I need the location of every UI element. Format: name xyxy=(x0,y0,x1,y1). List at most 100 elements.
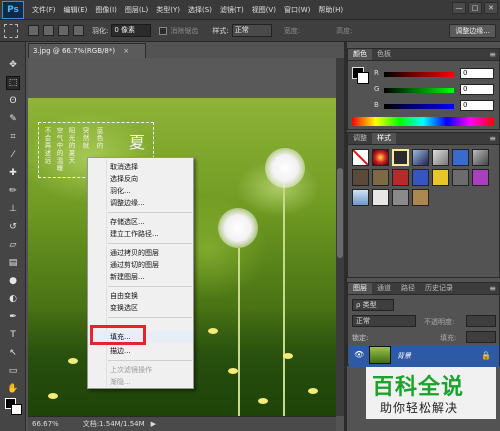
tab-color[interactable]: 颜色 xyxy=(348,49,372,60)
style-swatch[interactable] xyxy=(352,189,369,206)
canvas-scrollbar[interactable] xyxy=(336,58,344,416)
maximize-button[interactable]: □ xyxy=(468,2,482,14)
eraser-tool-icon[interactable]: ▱ xyxy=(6,238,20,252)
style-swatch[interactable] xyxy=(472,149,489,166)
eyedropper-tool-icon[interactable]: ⁄ xyxy=(6,148,20,162)
healing-brush-tool-icon[interactable]: ✚ xyxy=(6,166,20,180)
green-value[interactable]: 0 xyxy=(460,84,494,95)
menu-item-save-selection[interactable]: 存储选区... xyxy=(88,216,193,228)
blue-track[interactable] xyxy=(384,104,454,109)
intersect-selection-icon[interactable] xyxy=(73,25,84,36)
style-select[interactable]: 正常 xyxy=(231,24,272,37)
new-selection-icon[interactable] xyxy=(28,25,39,36)
tab-styles[interactable]: 样式 xyxy=(372,133,396,144)
minimize-button[interactable]: — xyxy=(452,2,466,14)
menu-edit[interactable]: 编辑(E) xyxy=(64,5,88,15)
menu-item-feather[interactable]: 羽化... xyxy=(88,185,193,197)
opacity-input[interactable] xyxy=(466,315,496,327)
menu-layer[interactable]: 图层(L) xyxy=(125,5,148,15)
red-track[interactable] xyxy=(384,72,454,77)
shape-tool-icon[interactable]: ▭ xyxy=(6,364,20,378)
menu-item-transform-selection[interactable]: 变换选区 xyxy=(88,302,193,314)
tab-history[interactable]: 历史记录 xyxy=(420,283,458,294)
menu-item-new-layer[interactable]: 新建图层... xyxy=(88,271,193,283)
antialias-checkbox[interactable] xyxy=(159,26,168,35)
menu-item-refine-edge[interactable]: 调整边缘... xyxy=(88,197,193,209)
menu-item-layer-via-copy[interactable]: 通过拷贝的图层 xyxy=(88,247,193,259)
style-swatch[interactable] xyxy=(412,149,429,166)
refine-edge-button[interactable]: 调整边缘... xyxy=(449,24,496,38)
blue-slider[interactable]: B 0 xyxy=(374,100,496,111)
background-color-swatch[interactable] xyxy=(11,404,22,415)
clone-stamp-tool-icon[interactable]: ⊥ xyxy=(6,202,20,216)
blur-tool-icon[interactable]: ● xyxy=(6,274,20,288)
quick-select-tool-icon[interactable]: ✎ xyxy=(6,112,20,126)
path-select-tool-icon[interactable]: ↖ xyxy=(6,346,20,360)
gradient-tool-icon[interactable]: ▤ xyxy=(6,256,20,270)
history-brush-tool-icon[interactable]: ↺ xyxy=(6,220,20,234)
menu-select[interactable]: 选择(S) xyxy=(188,5,212,15)
style-swatch[interactable] xyxy=(372,189,389,206)
zoom-level[interactable]: 66.67% xyxy=(32,420,59,428)
menu-view[interactable]: 视图(V) xyxy=(252,5,276,15)
red-value[interactable]: 0 xyxy=(460,68,494,79)
feather-input[interactable]: 0 像素 xyxy=(111,24,152,37)
crop-tool-icon[interactable]: ⌗ xyxy=(6,130,20,144)
panel-menu-icon[interactable]: ≡ xyxy=(489,283,496,294)
tab-channels[interactable]: 通道 xyxy=(372,283,396,294)
style-swatch[interactable] xyxy=(412,169,429,186)
style-swatch[interactable] xyxy=(472,169,489,186)
tab-layers[interactable]: 图层 xyxy=(348,283,372,294)
style-none-swatch[interactable] xyxy=(352,149,369,166)
document-tab[interactable]: 3.jpg @ 66.7%(RGB/8*) × xyxy=(28,43,146,58)
fill-input[interactable] xyxy=(466,331,496,343)
red-slider[interactable]: R 0 xyxy=(374,68,496,79)
style-swatch[interactable] xyxy=(412,189,429,206)
tab-swatches[interactable]: 色板 xyxy=(372,49,396,60)
green-track[interactable] xyxy=(384,88,454,93)
menu-item-stroke[interactable]: 描边... xyxy=(88,345,193,357)
blue-value[interactable]: 0 xyxy=(460,100,494,111)
green-slider[interactable]: G 0 xyxy=(374,84,496,95)
style-swatch[interactable] xyxy=(392,149,409,166)
panel-menu-icon[interactable]: ≡ xyxy=(489,133,496,144)
style-swatch[interactable] xyxy=(452,149,469,166)
style-swatch[interactable] xyxy=(372,149,389,166)
menu-file[interactable]: 文件(F) xyxy=(32,5,56,15)
menu-window[interactable]: 窗口(W) xyxy=(284,5,310,15)
color-spectrum-bar[interactable] xyxy=(352,117,494,126)
rect-marquee-tool-icon[interactable]: ⬚ xyxy=(6,76,20,90)
type-tool-icon[interactable]: T xyxy=(6,328,20,342)
tab-paths[interactable]: 路径 xyxy=(396,283,420,294)
tab-close-icon[interactable]: × xyxy=(123,47,129,55)
close-button[interactable]: ✕ xyxy=(484,2,498,14)
panel-menu-icon[interactable]: ≡ xyxy=(489,49,496,60)
pen-tool-icon[interactable]: ✒ xyxy=(6,310,20,324)
bg-color-chip[interactable] xyxy=(357,72,369,84)
menu-item-inverse[interactable]: 选择反向 xyxy=(88,173,193,185)
eye-icon[interactable]: 👁 xyxy=(354,351,364,359)
style-swatch[interactable] xyxy=(352,169,369,186)
status-arrow-icon[interactable]: ▶ xyxy=(151,420,156,428)
style-swatch[interactable] xyxy=(392,169,409,186)
style-swatch[interactable] xyxy=(432,149,449,166)
menu-type[interactable]: 类型(Y) xyxy=(156,5,180,15)
hand-tool-icon[interactable]: ✋ xyxy=(6,382,20,396)
layer-row-background[interactable]: 👁 背景 🔒 xyxy=(349,345,499,367)
dodge-tool-icon[interactable]: ◐ xyxy=(6,292,20,306)
menu-item-layer-via-cut[interactable]: 通过剪切的图层 xyxy=(88,259,193,271)
blend-mode-select[interactable]: 正常 xyxy=(352,315,416,327)
menu-item-deselect[interactable]: 取消选择 xyxy=(88,161,193,173)
add-selection-icon[interactable] xyxy=(43,25,54,36)
move-tool-icon[interactable]: ✥ xyxy=(6,58,20,72)
menu-image[interactable]: 图像(I) xyxy=(95,5,117,15)
brush-tool-icon[interactable]: ✏ xyxy=(6,184,20,198)
marquee-tool-icon[interactable] xyxy=(4,23,18,38)
style-swatch[interactable] xyxy=(432,169,449,186)
menu-item-make-work-path[interactable]: 建立工作路径... xyxy=(88,228,193,240)
subtract-selection-icon[interactable] xyxy=(58,25,69,36)
layer-filter-select[interactable]: ρ 类型 xyxy=(352,299,394,311)
menu-filter[interactable]: 滤镜(T) xyxy=(220,5,244,15)
menu-help[interactable]: 帮助(H) xyxy=(318,5,343,15)
layer-name[interactable]: 背景 xyxy=(397,351,411,361)
